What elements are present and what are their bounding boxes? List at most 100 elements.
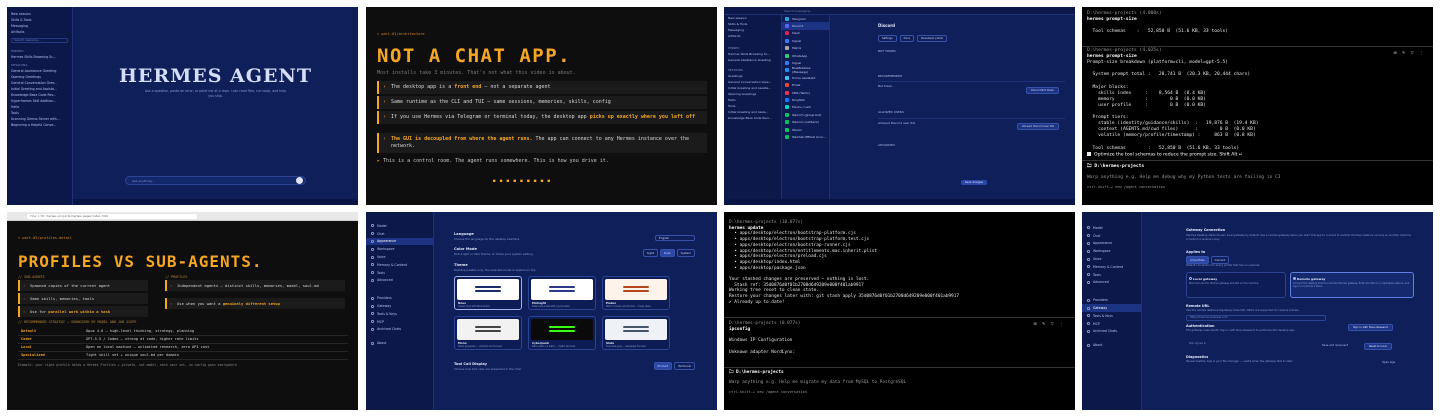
platform-item[interactable]: WeChat Official Acco... xyxy=(782,133,829,140)
platform-item[interactable]: Home Assistant xyxy=(782,74,829,81)
settings-item-memory[interactable]: Memory & Context xyxy=(1082,263,1141,271)
platform-item[interactable]: Matrix xyxy=(782,45,829,52)
suggestion-row[interactable]: Optimize the tool schemas to reduce the … xyxy=(1087,152,1243,158)
terminal-line: Stash ref: 35d0876d0f01b2708d649209e000f… xyxy=(734,282,864,288)
mode-dark[interactable]: Dark xyxy=(659,249,675,257)
terminal-line: hermes prompt-size xyxy=(1087,17,1137,23)
settings-item-gateway[interactable]: Gateway xyxy=(1082,304,1141,312)
settings-item-providers[interactable]: Providers xyxy=(1082,296,1141,304)
tab-docs[interactable]: Docs xyxy=(899,35,915,42)
theme-card[interactable]: Slate Cool blue-gray — developer focused xyxy=(602,316,670,350)
settings-item-about[interactable]: About xyxy=(1082,341,1141,349)
slide-heading: NOT A CHAT APP. xyxy=(377,45,572,67)
settings-item-voice[interactable]: Voice xyxy=(366,253,433,261)
hero-title: HERMES AGENT xyxy=(118,65,313,87)
settings-sidebar: Model Chat Appearance Workspace Voice Me… xyxy=(1082,212,1142,410)
session-item[interactable]: Beginning a Helpful Conve... xyxy=(7,122,72,128)
settings-item-tools-keys[interactable]: Tools & Keys xyxy=(366,310,433,318)
sign-in-button[interactable]: Sign in with Nous Research xyxy=(1348,324,1394,331)
platform-item[interactable]: Discord xyxy=(782,22,829,30)
platform-item[interactable]: Signal xyxy=(782,37,829,44)
terminal-line: skills index : 8,564 B (8.4 KB) xyxy=(1098,90,1206,96)
settings-item-memory[interactable]: Memory & Context xyxy=(366,261,433,269)
platform-item[interactable]: WeCom (callback) xyxy=(782,118,829,125)
platform-icon xyxy=(785,105,789,110)
platform-item[interactable]: Weixin xyxy=(782,126,829,133)
radio-icon[interactable] xyxy=(1293,277,1296,280)
theme-card[interactable]: Ember Warm crimson and bronze — forge vib… xyxy=(602,276,670,310)
settings-item-tools-keys[interactable]: Tools & Keys xyxy=(1082,312,1141,320)
settings-item-tools[interactable]: Tools xyxy=(1082,271,1141,279)
sidebar-item[interactable]: Artifacts xyxy=(724,33,781,39)
checkbox-icon[interactable] xyxy=(1087,152,1091,156)
strategy-table: Default Opus 4.6 — high-level thinking, s… xyxy=(18,327,348,360)
platform-item[interactable]: Feishu / Lark xyxy=(782,104,829,111)
settings-item-archived[interactable]: Archived Chats xyxy=(366,326,433,334)
theme-card[interactable]: Mono Clean grayscale — minimal and focuse… xyxy=(454,316,522,350)
bot-token-input[interactable]: Discord Bot token xyxy=(1025,87,1059,94)
settings-item-voice[interactable]: Voice xyxy=(1082,255,1141,263)
settings-item-about[interactable]: About xyxy=(366,339,433,347)
arrow-icon: › xyxy=(23,309,26,314)
platform-item[interactable]: WeCom (group bot) xyxy=(782,111,829,118)
tab-settings[interactable]: Settings xyxy=(878,35,897,42)
prompt-input[interactable]: Warp anything e.g. Help me debug why my … xyxy=(1087,175,1281,181)
settings-item-gateway[interactable]: Gateway xyxy=(366,302,433,310)
settings-item-model[interactable]: Model xyxy=(366,222,433,230)
tool-option-product[interactable]: Product xyxy=(653,362,673,370)
remote-gateway-option[interactable]: Remote gateway Connect this desktop shel… xyxy=(1290,272,1414,298)
theme-card[interactable]: Nous Classic blue with Nous brand xyxy=(454,276,522,310)
tool-option-technical[interactable]: Technical xyxy=(674,362,695,370)
tab-developer-portal[interactable]: Developer portal xyxy=(917,35,947,42)
platform-item[interactable]: DingTalk xyxy=(782,96,829,103)
settings-item-appearance[interactable]: Appearance xyxy=(366,237,433,246)
settings-item-workspace[interactable]: Workspace xyxy=(1082,247,1141,255)
settings-item-providers[interactable]: Providers xyxy=(366,294,433,302)
settings-item-chat[interactable]: Chat xyxy=(366,230,433,238)
platform-item[interactable]: Email xyxy=(782,82,829,89)
block-toolbar[interactable]: ⊞ ✎ ▽ ⋮ xyxy=(1033,321,1065,326)
mode-system[interactable]: System xyxy=(676,249,695,257)
settings-item-tools[interactable]: Tools xyxy=(366,269,433,277)
platform-item[interactable]: Telegram xyxy=(782,15,829,22)
platform-item[interactable]: WhatsApp xyxy=(782,52,829,59)
save-reconnect-link[interactable]: Save and reconnect xyxy=(1318,343,1352,348)
settings-item-model[interactable]: Model xyxy=(1082,224,1141,232)
terminal-line: stable (identity/guidance/skills) : 19,8… xyxy=(1098,121,1259,127)
messaging-search-input[interactable]: Search messaging... xyxy=(784,9,864,13)
settings-item-mcp[interactable]: MCP xyxy=(1082,320,1141,328)
remote-url-input[interactable]: https://hermes.example.com xyxy=(1186,315,1326,321)
composer-input[interactable]: Ask anything... xyxy=(125,176,306,185)
radio-icon[interactable] xyxy=(1189,277,1192,280)
allowed-users-input[interactable]: Allowed Discord user IDs xyxy=(1016,123,1059,130)
settings-item-advanced[interactable]: Advanced xyxy=(1082,279,1141,287)
reset-local-button[interactable]: Reset to local xyxy=(1364,343,1392,350)
local-gateway-option[interactable]: Local gateway Start and use the Hermes g… xyxy=(1186,272,1286,298)
session-search-input[interactable]: Search sessions... xyxy=(11,38,68,43)
theme-desc: Clean grayscale — minimal and focused xyxy=(458,345,502,348)
session-item[interactable]: General Assistance Greeting xyxy=(724,57,781,63)
mode-light[interactable]: Light xyxy=(642,249,658,257)
settings-item-mcp[interactable]: MCP xyxy=(366,318,433,326)
settings-item-workspace[interactable]: Workspace xyxy=(366,245,433,253)
prompt-input[interactable]: Warp anything e.g. Help me migrate my da… xyxy=(729,380,906,386)
language-select[interactable]: English xyxy=(655,235,695,241)
theme-card[interactable]: Midnight Deep blue-violet with cool accen… xyxy=(528,276,596,310)
settings-item-archived[interactable]: Archived Chats xyxy=(1082,328,1141,336)
save-changes-button[interactable]: Save changes xyxy=(960,180,987,185)
settings-item-advanced[interactable]: Advanced xyxy=(366,277,433,285)
open-logs-button[interactable]: Open logs xyxy=(1378,360,1399,365)
session-item[interactable]: Knowledge Base Code Revi... xyxy=(724,115,781,121)
applies-current[interactable]: Current xyxy=(1210,256,1230,264)
address-bar[interactable]: file:///D:/hermes-projects/hermes-pages/… xyxy=(27,214,197,219)
settings-item-appearance[interactable]: Appearance xyxy=(1082,240,1141,248)
sidebar-item-artifacts[interactable]: Artifacts xyxy=(7,29,72,35)
block-toolbar[interactable]: ⊞ ✎ ▽ ⋮ xyxy=(1393,50,1425,55)
platform-item[interactable]: Slack xyxy=(782,30,829,37)
settings-item-chat[interactable]: Chat xyxy=(1082,232,1141,240)
platform-item[interactable]: SMS (Twilio) xyxy=(782,89,829,96)
theme-card[interactable]: Cyberpunk Neon green on black — matrix te… xyxy=(528,316,596,350)
platform-item[interactable]: BlueBubbles (iMessage) xyxy=(782,66,829,74)
applies-all-profiles[interactable]: All profiles xyxy=(1186,256,1209,264)
send-button[interactable] xyxy=(296,177,303,184)
